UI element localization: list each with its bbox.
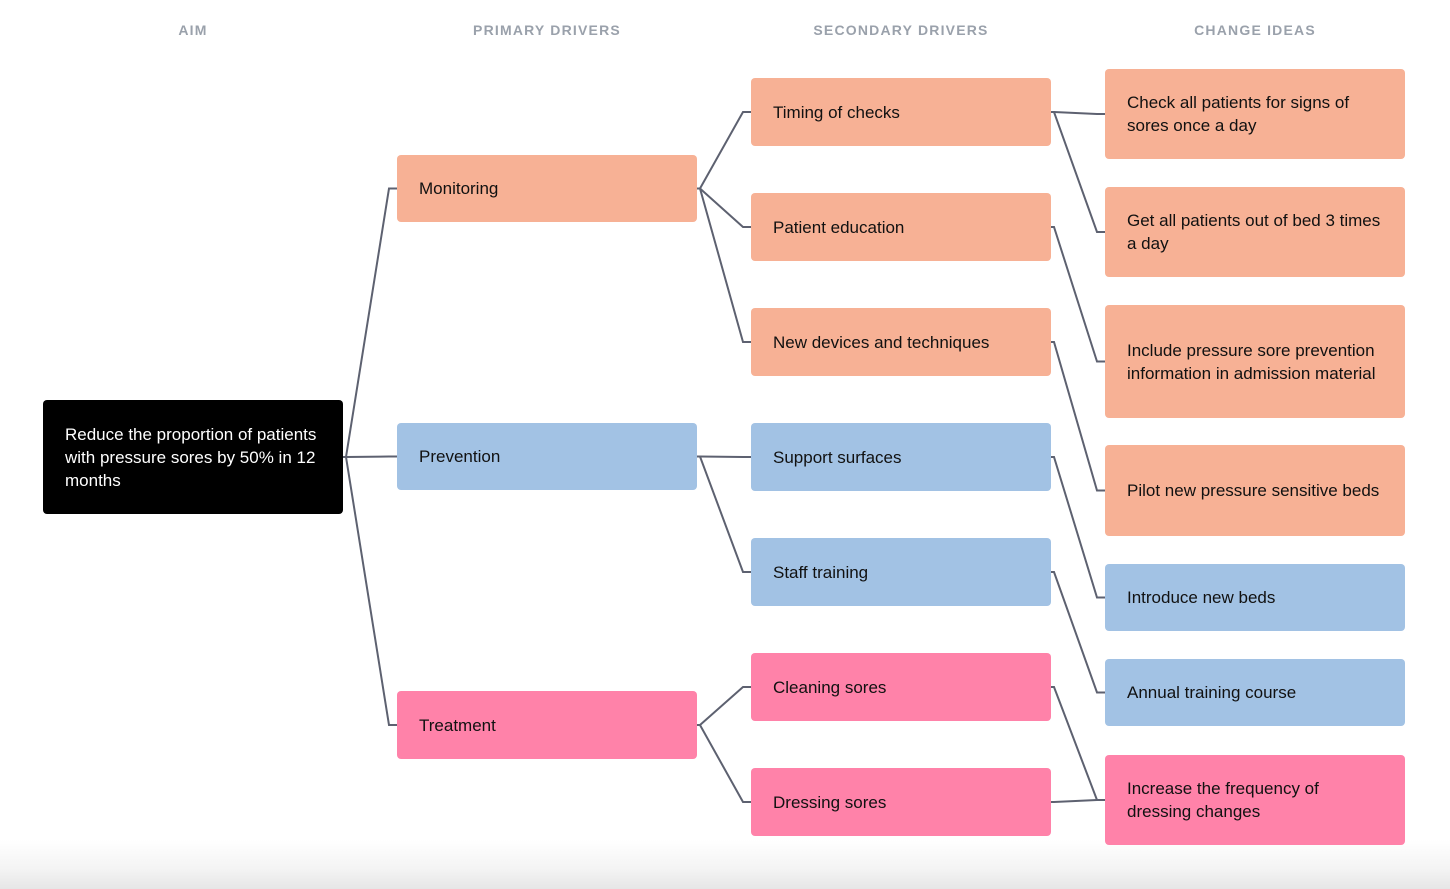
primary-driver-treatment[interactable]: Treatment bbox=[397, 691, 697, 759]
node-label: Increase the frequency of dressing chang… bbox=[1127, 779, 1319, 821]
node-label: Get all patients out of bed 3 times a da… bbox=[1127, 211, 1381, 253]
primary-driver-monitoring[interactable]: Monitoring bbox=[397, 155, 697, 222]
change-idea-out-of-bed[interactable]: Get all patients out of bed 3 times a da… bbox=[1105, 187, 1405, 277]
node-label: Patient education bbox=[773, 217, 905, 237]
connector-p-treatment-to-s-cleaning bbox=[697, 686, 751, 726]
primary-driver-prevention[interactable]: Prevention bbox=[397, 423, 697, 490]
connector-s-dressing-to-c-increase bbox=[1051, 799, 1105, 803]
connector-s-education-to-c-include bbox=[1051, 226, 1105, 363]
change-idea-check-patients[interactable]: Check all patients for signs of sores on… bbox=[1105, 69, 1405, 159]
node-label: Check all patients for signs of sores on… bbox=[1127, 93, 1350, 135]
connector-p-prevention-to-s-support bbox=[697, 455, 751, 458]
node-label: Prevention bbox=[419, 447, 501, 466]
secondary-driver-timing-of-checks[interactable]: Timing of checks bbox=[751, 78, 1051, 146]
secondary-driver-dressing-sores[interactable]: Dressing sores bbox=[751, 768, 1051, 836]
connector-s-timing-to-c-check bbox=[1051, 111, 1105, 115]
connector-p-prevention-to-s-staff bbox=[697, 455, 751, 573]
connector-p-monitoring-to-s-timing bbox=[697, 111, 751, 190]
connector-s-devices-to-c-pilot bbox=[1051, 341, 1105, 492]
node-label: Pilot new pressure sensitive beds bbox=[1127, 481, 1380, 500]
connector-aim-to-p-monitoring bbox=[343, 187, 397, 458]
connector-aim-to-p-prevention bbox=[343, 455, 397, 458]
secondary-driver-new-devices[interactable]: New devices and techniques bbox=[751, 308, 1051, 376]
connector-s-timing-to-c-bed bbox=[1051, 111, 1105, 233]
change-idea-admission-material[interactable]: Include pressure sore prevention informa… bbox=[1105, 305, 1405, 418]
aim-node[interactable]: Reduce the proportion of patients with p… bbox=[43, 400, 343, 514]
node-label: Introduce new beds bbox=[1127, 588, 1276, 607]
node-label: New devices and techniques bbox=[773, 332, 990, 352]
change-idea-introduce-beds[interactable]: Introduce new beds bbox=[1105, 564, 1405, 631]
connector-p-monitoring-to-s-devices bbox=[697, 187, 751, 343]
node-label: Monitoring bbox=[419, 179, 499, 198]
secondary-driver-support-surfaces[interactable]: Support surfaces bbox=[751, 423, 1051, 491]
change-idea-pilot-beds[interactable]: Pilot new pressure sensitive beds bbox=[1105, 445, 1405, 536]
node-label: Dressing sores bbox=[773, 792, 887, 812]
secondary-driver-staff-training[interactable]: Staff training bbox=[751, 538, 1051, 606]
change-idea-annual-training[interactable]: Annual training course bbox=[1105, 659, 1405, 726]
node-label: Support surfaces bbox=[773, 447, 902, 467]
aim-text: Reduce the proportion of patients with p… bbox=[65, 424, 317, 490]
secondary-driver-cleaning-sores[interactable]: Cleaning sores bbox=[751, 653, 1051, 721]
node-label: Include pressure sore prevention informa… bbox=[1127, 340, 1376, 383]
node-label: Timing of checks bbox=[773, 102, 900, 122]
change-idea-dressing-frequency[interactable]: Increase the frequency of dressing chang… bbox=[1105, 755, 1405, 845]
connector-aim-to-p-treatment bbox=[343, 456, 397, 726]
node-label: Annual training course bbox=[1127, 683, 1297, 702]
node-label: Staff training bbox=[773, 562, 869, 582]
connector-s-cleaning-to-c-increase bbox=[1051, 686, 1105, 801]
connector-s-support-to-c-introduce bbox=[1051, 456, 1105, 599]
node-label: Treatment bbox=[419, 715, 496, 735]
secondary-driver-patient-education[interactable]: Patient education bbox=[751, 193, 1051, 261]
node-label: Cleaning sores bbox=[773, 677, 887, 697]
connector-s-staff-to-c-annual bbox=[1051, 571, 1105, 694]
connector-p-treatment-to-s-dressing bbox=[697, 724, 751, 803]
